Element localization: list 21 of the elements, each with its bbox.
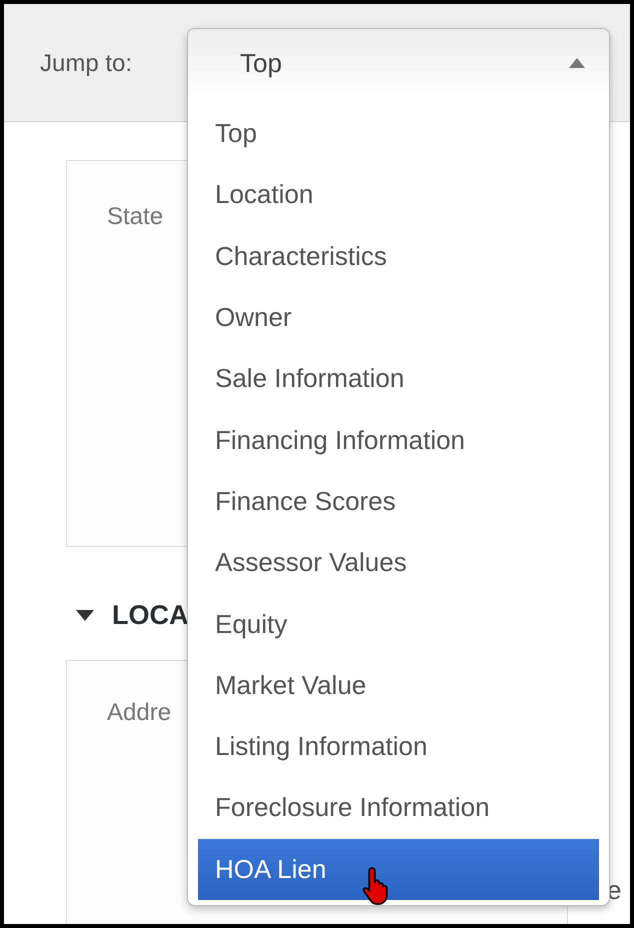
- menu-option[interactable]: Equity: [198, 593, 599, 655]
- field-label: State: [107, 203, 164, 230]
- menu-option[interactable]: HOA Lien: [198, 838, 599, 900]
- menu-option[interactable]: Assessor Values: [198, 532, 599, 594]
- section-title: LOCA: [112, 599, 188, 632]
- menu-option[interactable]: Finance Scores: [198, 470, 599, 532]
- caret-icon[interactable]: [76, 610, 94, 621]
- field-label: Addre: [107, 698, 172, 726]
- menu-option[interactable]: Characteristics: [198, 226, 599, 287]
- menu-option[interactable]: Listing Information: [198, 716, 599, 778]
- menu-option[interactable]: Top: [198, 103, 599, 164]
- menu-option[interactable]: Sale Information: [198, 348, 599, 410]
- caret-up-icon: [569, 58, 585, 68]
- menu-option[interactable]: Foreclosure Information: [198, 777, 599, 839]
- menu-option[interactable]: Market Value: [198, 654, 599, 716]
- menu-option[interactable]: Location: [198, 164, 599, 226]
- menu-option[interactable]: Financing Information: [198, 409, 599, 471]
- menu-option[interactable]: Owner: [198, 286, 599, 348]
- select-value: Top: [240, 46, 282, 80]
- select-field[interactable]: Top: [188, 29, 609, 97]
- jump-label: Jump to:: [40, 49, 132, 79]
